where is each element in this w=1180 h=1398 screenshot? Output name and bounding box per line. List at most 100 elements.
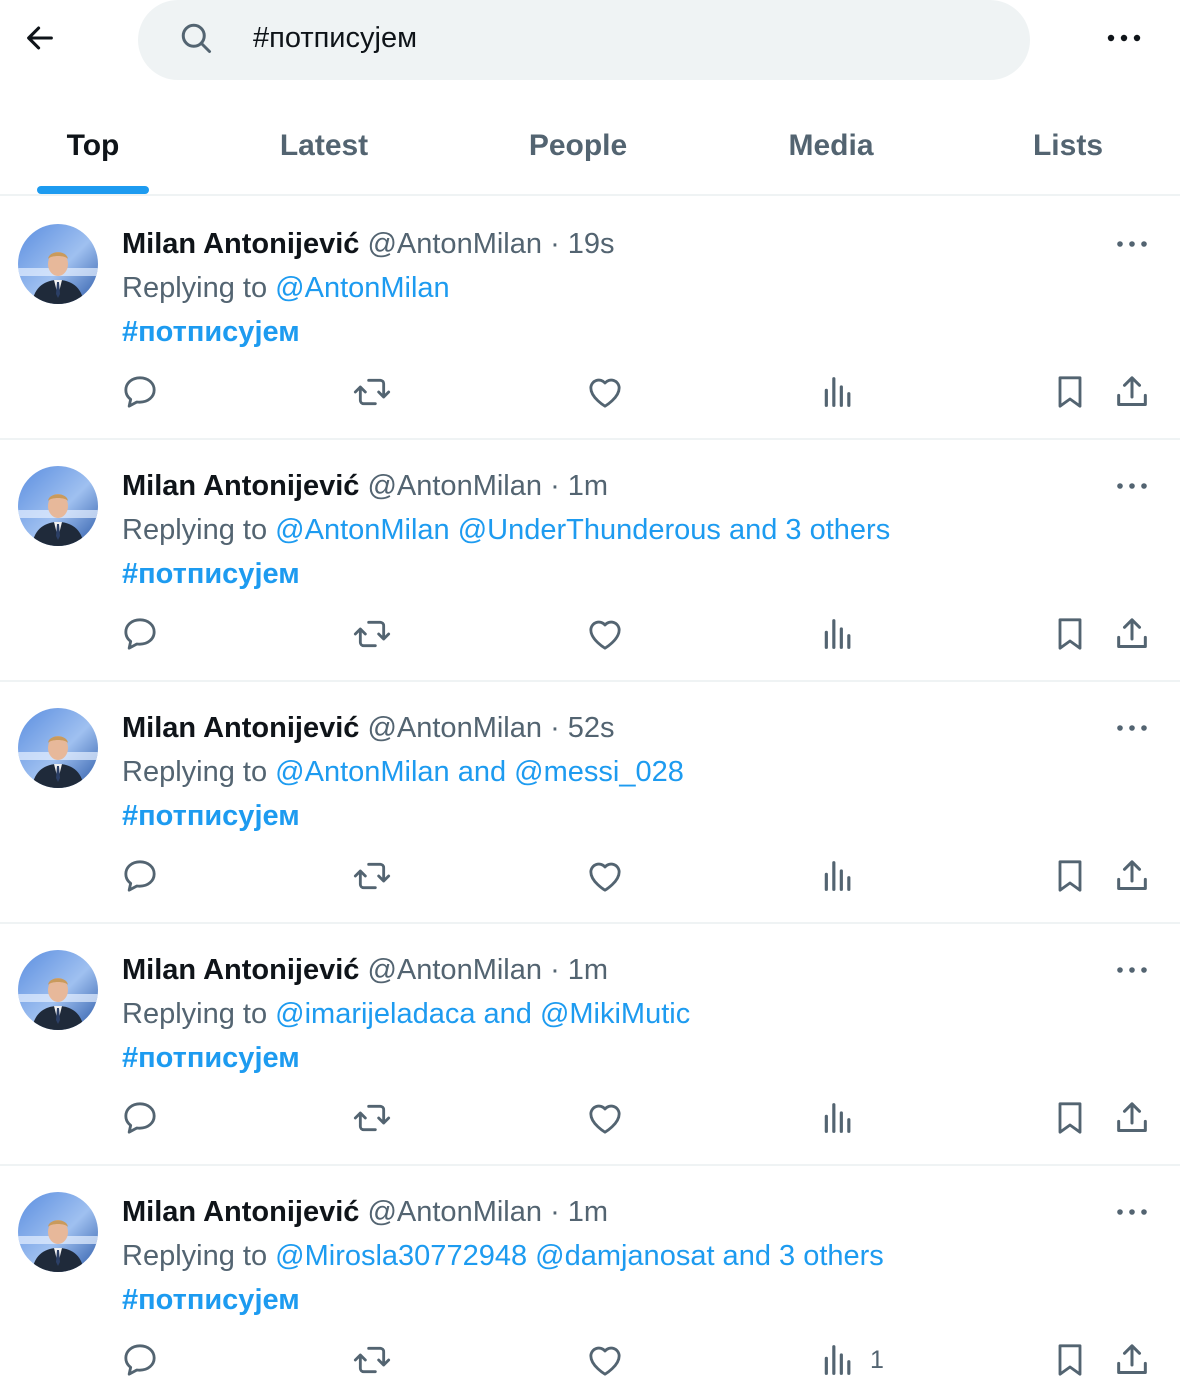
tweet-more-button[interactable] [1110,712,1154,744]
tab-media[interactable]: Media [760,98,902,194]
tweet-more-button[interactable] [1110,1196,1154,1228]
hashtag-link[interactable]: #потписујем [122,312,300,352]
reply-button[interactable] [120,1094,160,1142]
reply-icon [124,1102,156,1134]
tab-lists[interactable]: Lists [1010,98,1126,194]
replying-to-line: Replying to @AntonMilan @UnderThunderous… [122,510,890,550]
tweet-more-button[interactable] [1110,470,1154,502]
like-button[interactable] [585,368,625,416]
active-tab-indicator [37,186,149,194]
reply-button[interactable] [120,852,160,900]
tab-latest[interactable]: Latest [254,98,394,194]
like-icon [589,1346,621,1376]
author-handle[interactable]: @AntonMilan [367,712,542,744]
author-name[interactable]: Milan Antonijević [122,712,359,744]
tweet[interactable]: Milan Antonijević @AntonMilan · 1m Reply… [0,1166,1180,1398]
more-options-button[interactable] [1100,16,1148,60]
views-button[interactable] [818,368,858,416]
reply-icon [124,860,156,892]
bookmark-button[interactable] [1050,1336,1090,1384]
tweet-timestamp[interactable]: 1m [568,1196,608,1228]
author-handle[interactable]: @AntonMilan [367,470,542,502]
replying-to-line: Replying to @AntonMilan [122,268,450,308]
hashtag-link[interactable]: #потписујем [122,554,300,594]
reply-button[interactable] [120,610,160,658]
views-button[interactable] [818,852,858,900]
retweet-button[interactable] [352,368,392,416]
replying-to-line: Replying to @AntonMilan and @messi_028 [122,752,684,792]
tweet-header: Milan Antonijević @AntonMilan · 1m [122,950,608,990]
tweet-header: Milan Antonijević @AntonMilan · 1m [122,466,608,506]
bookmark-button[interactable] [1050,610,1090,658]
share-icon [1117,1344,1147,1374]
like-button[interactable] [585,1336,625,1384]
search-input[interactable] [253,18,993,58]
bookmark-button[interactable] [1050,368,1090,416]
retweet-button[interactable] [352,852,392,900]
back-button[interactable] [14,12,66,64]
share-icon [1117,618,1147,648]
replying-to-label: Replying to [122,1240,268,1272]
tweet-timestamp[interactable]: 52s [568,712,615,744]
author-handle[interactable]: @AntonMilan [367,954,542,986]
share-button[interactable] [1112,368,1152,416]
tab-people[interactable]: People [498,98,658,194]
replying-to-mentions[interactable]: @AntonMilan @UnderThunderous and 3 other… [275,514,890,546]
tweet[interactable]: Milan Antonijević @AntonMilan · 52s Repl… [0,682,1180,924]
author-name[interactable]: Milan Antonijević [122,1196,359,1228]
bookmark-icon [1058,618,1082,650]
tweet-more-button[interactable] [1110,954,1154,986]
author-handle[interactable]: @AntonMilan [367,228,542,260]
tab-top[interactable]: Top [37,98,149,194]
bookmark-button[interactable] [1050,852,1090,900]
reply-button[interactable] [120,1336,160,1384]
replying-to-mentions[interactable]: @imarijeladaca and @MikiMutic [275,998,690,1030]
hashtag-link[interactable]: #потписујем [122,796,300,836]
replying-to-mentions[interactable]: @AntonMilan [275,272,450,304]
tweet-timestamp[interactable]: 1m [568,954,608,986]
hashtag-link[interactable]: #потписујем [122,1038,300,1078]
like-button[interactable] [585,1094,625,1142]
retweet-button[interactable] [352,1336,392,1384]
author-name[interactable]: Milan Antonijević [122,228,359,260]
avatar[interactable] [18,224,98,304]
avatar[interactable] [18,1192,98,1272]
bookmark-button[interactable] [1050,1094,1090,1142]
tweet[interactable]: Milan Antonijević @AntonMilan · 1m Reply… [0,440,1180,682]
author-handle[interactable]: @AntonMilan [367,1196,542,1228]
bookmark-icon [1058,376,1082,408]
views-button[interactable]: 1 [818,1336,884,1384]
hashtag-link[interactable]: #потписујем [122,1280,300,1320]
views-icon [824,1103,851,1133]
avatar[interactable] [18,466,98,546]
separator-dot: · [550,954,560,986]
replying-to-mentions[interactable]: @AntonMilan and @messi_028 [275,756,684,788]
tweet-more-button[interactable] [1110,228,1154,260]
reply-button[interactable] [120,368,160,416]
views-icon [824,377,851,407]
author-name[interactable]: Milan Antonijević [122,954,359,986]
tweet[interactable]: Milan Antonijević @AntonMilan · 1m Reply… [0,924,1180,1166]
avatar[interactable] [18,708,98,788]
views-button[interactable] [818,1094,858,1142]
like-button[interactable] [585,852,625,900]
replying-to-mentions[interactable]: @Mirosla30772948 @damjanosat and 3 other… [275,1240,884,1272]
share-button[interactable] [1112,1336,1152,1384]
tweet-actions [0,852,1180,900]
share-button[interactable] [1112,852,1152,900]
like-button[interactable] [585,610,625,658]
views-button[interactable] [818,610,858,658]
search-box[interactable] [138,0,1030,80]
replying-to-line: Replying to @Mirosla30772948 @damjanosat… [122,1236,884,1276]
tweet-timestamp[interactable]: 1m [568,470,608,502]
author-name[interactable]: Milan Antonijević [122,470,359,502]
tweet-header: Milan Antonijević @AntonMilan · 19s [122,224,615,264]
tweet[interactable]: Milan Antonijević @AntonMilan · 19s Repl… [0,198,1180,440]
retweet-button[interactable] [352,1094,392,1142]
retweet-button[interactable] [352,610,392,658]
retweet-icon [353,378,391,406]
share-button[interactable] [1112,610,1152,658]
avatar[interactable] [18,950,98,1030]
share-button[interactable] [1112,1094,1152,1142]
tweet-timestamp[interactable]: 19s [568,228,615,260]
